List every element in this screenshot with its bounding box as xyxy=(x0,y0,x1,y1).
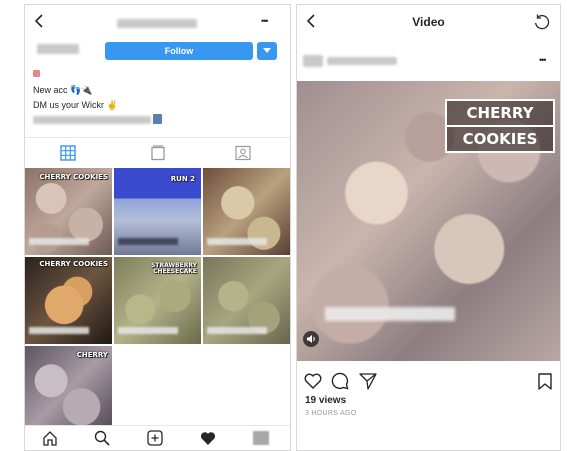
bio-line-1: New acc 👣🔌 xyxy=(33,85,93,95)
bio-line-3 xyxy=(33,116,151,124)
save-icon[interactable] xyxy=(536,371,554,391)
blurred-caption xyxy=(118,238,178,245)
back-icon[interactable] xyxy=(29,11,49,31)
grid-post[interactable] xyxy=(203,257,290,344)
bio-line-2: DM us your Wickr ✌ xyxy=(33,100,118,110)
grid-tab-icon[interactable] xyxy=(59,144,77,162)
profile-header: ••• xyxy=(25,5,290,41)
video-screen: Video ••• CHERRY COOKIES 19 views 3 HOUR… xyxy=(296,4,561,451)
blurred-caption xyxy=(29,327,89,334)
comment-icon[interactable] xyxy=(330,371,350,391)
grid-post[interactable]: STRAWBERRY CHEESECAKE xyxy=(114,257,201,344)
grid-post-overlay: RUN 2 xyxy=(170,175,195,183)
heart-icon[interactable] xyxy=(199,429,217,447)
home-icon[interactable] xyxy=(41,429,59,447)
watermark-line-1: CHERRY xyxy=(466,104,534,122)
grid-post[interactable]: CHERRY COOKIES xyxy=(25,168,112,255)
post-more-button[interactable]: ••• xyxy=(539,55,547,65)
post-timestamp: 3 HOURS AGO xyxy=(305,410,357,417)
post-avatar xyxy=(303,55,323,67)
profile-tabs xyxy=(25,137,290,169)
profile-avatar xyxy=(37,44,79,54)
blurred-caption xyxy=(325,307,455,321)
watermark-line-2: COOKIES xyxy=(447,125,553,151)
profile-username xyxy=(117,19,197,28)
like-icon[interactable] xyxy=(303,371,323,391)
list-tab-icon[interactable] xyxy=(149,144,167,162)
bottom-nav xyxy=(25,425,290,450)
more-options-button[interactable]: ••• xyxy=(261,16,269,26)
profile-screen: ••• Follow New acc 👣🔌 DM us your Wickr ✌… xyxy=(24,4,291,451)
blurred-caption xyxy=(29,238,89,245)
video-player[interactable]: CHERRY COOKIES xyxy=(297,81,560,361)
share-icon[interactable] xyxy=(358,371,378,391)
grid-post[interactable]: CHERRY COOKIES xyxy=(25,257,112,344)
tagged-tab-icon[interactable] xyxy=(234,144,252,162)
profile-avatar-icon[interactable] xyxy=(253,431,269,445)
video-watermark: CHERRY COOKIES xyxy=(445,99,555,153)
search-icon[interactable] xyxy=(93,429,111,447)
bio-emoji-icon xyxy=(153,114,162,124)
blurred-caption xyxy=(118,327,178,334)
view-count: 19 views xyxy=(305,395,347,406)
blurred-caption xyxy=(207,327,267,334)
grid-post-overlay: CHERRY COOKIES xyxy=(39,260,108,268)
page-title: Video xyxy=(412,15,445,29)
grid-post[interactable]: CHERRY xyxy=(25,346,112,433)
grid-post[interactable]: RUN 2 xyxy=(114,168,201,255)
refresh-icon[interactable] xyxy=(531,11,553,33)
grid-post-overlay: CHERRY COOKIES xyxy=(39,173,108,181)
grid-post[interactable] xyxy=(203,168,290,255)
video-header: Video xyxy=(297,5,560,41)
grid-post-overlay: CHERRY xyxy=(76,351,108,359)
add-post-icon[interactable] xyxy=(146,429,164,447)
grid-post-overlay: STRAWBERRY CHEESECAKE xyxy=(151,262,197,275)
blurred-caption xyxy=(207,238,267,245)
follow-button[interactable]: Follow xyxy=(105,42,253,60)
sound-icon[interactable] xyxy=(303,331,319,347)
post-username[interactable] xyxy=(327,57,397,65)
bio-emoji xyxy=(33,69,40,79)
suggested-dropdown-button[interactable] xyxy=(257,42,277,60)
